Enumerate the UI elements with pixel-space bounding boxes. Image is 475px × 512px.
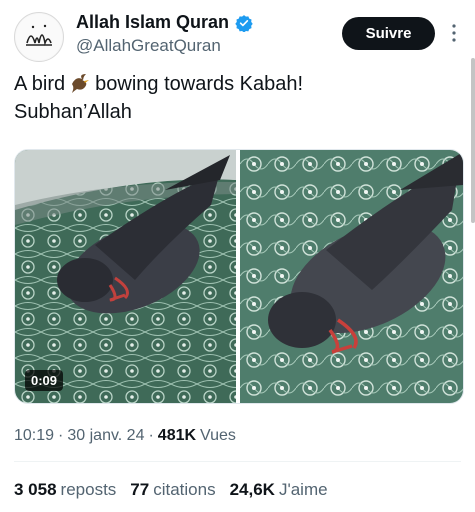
media-grid[interactable]: 0:09 [14, 149, 464, 404]
citations-count: 77 [130, 480, 150, 499]
citations-stat[interactable]: 77 citations [130, 480, 215, 500]
tweet-date[interactable]: 30 janv. 24 [67, 427, 144, 445]
calligraphy-logo-icon [16, 14, 62, 60]
name-row: Allah Islam Quran [76, 12, 253, 33]
likes-count: 24,6K [229, 480, 275, 499]
divider [14, 461, 461, 462]
tweet-time[interactable]: 10:19 [14, 427, 54, 445]
tweet-line-1: A bird bowing towards Kabah! [14, 70, 444, 98]
bird-emoji-icon [72, 74, 90, 93]
avatar[interactable] [14, 12, 64, 62]
tweet-text-part-1: A bird [14, 73, 66, 95]
meta-separator: · [148, 427, 154, 444]
tweet-header: Allah Islam Quran @AllahGreatQuran Suivr… [14, 12, 461, 62]
citations-label: citations [153, 480, 216, 499]
likes-label: J'aime [278, 480, 328, 499]
photo-thumbnail[interactable] [240, 150, 463, 403]
scrollbar[interactable] [471, 58, 475, 223]
reposts-count: 3 058 [14, 480, 57, 499]
reposts-stat[interactable]: 3 058 reposts [14, 480, 116, 500]
bird-photo-frame [240, 150, 463, 403]
meta-separator: · [58, 427, 64, 444]
tweet-stats: 3 058 reposts 77 citations 24,6K J'aime [14, 480, 328, 500]
video-duration: 0:09 [25, 370, 64, 391]
tweet-text-part-2: bowing towards Kabah! [95, 73, 304, 95]
reposts-label: reposts [60, 480, 117, 499]
tweet-text: A bird bowing towards Kabah! Subhan’Alla… [14, 70, 444, 126]
display-name[interactable]: Allah Islam Quran [76, 12, 229, 33]
tweet-meta: 10:19 · 30 janv. 24 · 481K Vues [14, 427, 236, 445]
verified-badge-icon [235, 14, 253, 32]
tweet-line-2: Subhan’Allah [14, 101, 132, 123]
video-thumbnail[interactable]: 0:09 [15, 150, 236, 403]
handle[interactable]: @AllahGreatQuran [76, 36, 221, 56]
views-count[interactable]: 481K [158, 427, 196, 445]
views-label: Vues [200, 427, 236, 444]
more-options-icon[interactable] [451, 23, 457, 43]
bird-video-frame [15, 150, 236, 403]
likes-stat[interactable]: 24,6K J'aime [230, 480, 328, 500]
follow-button[interactable]: Suivre [342, 17, 435, 50]
